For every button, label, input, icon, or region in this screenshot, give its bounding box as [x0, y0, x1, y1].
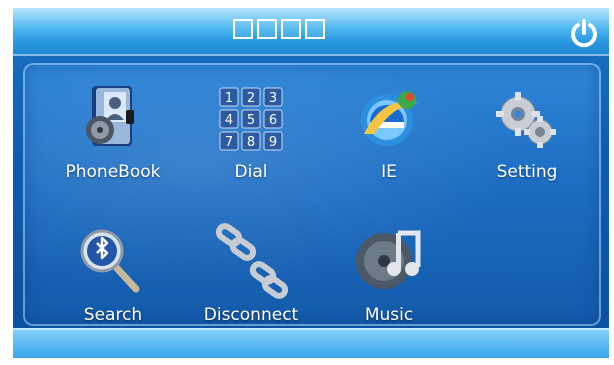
menu-item-search[interactable]: Search: [53, 223, 173, 325]
top-bar: [13, 8, 609, 56]
dialpad-key-label: 4: [225, 113, 233, 128]
bluetooth-search-icon: [80, 229, 140, 293]
menu-item-music[interactable]: Music: [329, 223, 449, 325]
menu-item-disconnect[interactable]: Disconnect: [191, 223, 311, 325]
dialpad-key-label: 5: [247, 113, 255, 128]
dialpad-key-label: 3: [269, 91, 277, 106]
dialpad-key-label: 8: [247, 135, 255, 150]
menu-item-label: Music: [364, 305, 414, 325]
menu-item-phonebook[interactable]: PhoneBook: [53, 80, 173, 182]
dialpad-key-label: 2: [247, 91, 255, 106]
dialpad-key-label: 9: [269, 135, 277, 150]
menu-item-label: PhoneBook: [65, 162, 161, 182]
title-glyph: [257, 19, 277, 39]
menu-panel: PhoneBook 123 456 789 Dial IE Setting Sear…: [23, 63, 601, 326]
power-button[interactable]: [567, 16, 601, 50]
title-glyph: [305, 19, 325, 39]
browser-ie-icon: [361, 91, 418, 146]
power-icon: [571, 19, 597, 48]
dialpad-key-label: 7: [225, 135, 233, 150]
dialpad-icon: 1 2 3 4 5 6 7 8 9: [219, 87, 283, 151]
broken-chain-icon: [215, 223, 289, 299]
menu-item-label: Setting: [496, 162, 558, 182]
phonebook-icon: [86, 86, 134, 146]
menu-item-label: Search: [83, 305, 143, 325]
title-glyph: [233, 19, 253, 39]
bottom-bar: [13, 328, 609, 358]
menu-item-label: Disconnect: [203, 305, 299, 325]
menu-item-ie[interactable]: IE: [329, 80, 449, 182]
menu-item-label: IE: [381, 162, 397, 182]
window-title: [233, 19, 325, 39]
dialpad-key-label: 6: [269, 113, 277, 128]
gears-icon: [496, 92, 556, 148]
menu-item-setting[interactable]: Setting: [467, 80, 587, 182]
menu-item-dial[interactable]: 123 456 789 Dial: [191, 80, 311, 182]
title-glyph: [281, 19, 301, 39]
menu-item-label: Dial: [234, 162, 268, 182]
dialpad-key-label: 1: [225, 91, 233, 106]
device-screen: PhoneBook 123 456 789 Dial IE Setting Sear…: [13, 8, 609, 358]
music-disc-icon: [356, 230, 421, 289]
